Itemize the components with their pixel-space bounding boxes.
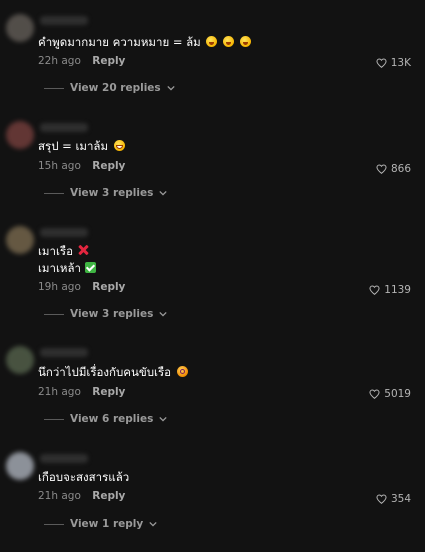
view-replies-button[interactable]: View 20 replies bbox=[44, 82, 175, 94]
divider bbox=[44, 313, 64, 315]
chevron-down-icon bbox=[159, 311, 168, 317]
avatar[interactable] bbox=[6, 226, 34, 254]
comment-text: คำพูดมากมาย ความหมาย = ล้ม bbox=[38, 34, 251, 51]
divider bbox=[44, 87, 64, 89]
comment-time: 15h ago bbox=[38, 160, 81, 172]
view-replies-button[interactable]: View 1 reply bbox=[44, 518, 157, 530]
like-button[interactable]: 354 bbox=[376, 493, 411, 505]
comment-time: 21h ago bbox=[38, 386, 81, 398]
like-count: 354 bbox=[390, 493, 411, 505]
rolling-on-floor-laughing-emoji-icon bbox=[239, 36, 251, 47]
username-blurred[interactable] bbox=[40, 348, 88, 357]
comment-meta: 21h ago Reply bbox=[38, 490, 125, 502]
reply-button[interactable]: Reply bbox=[92, 490, 125, 502]
comment-meta: 19h ago Reply bbox=[38, 281, 125, 293]
divider bbox=[44, 192, 64, 194]
reply-button[interactable]: Reply bbox=[92, 55, 125, 67]
heart-outline-icon bbox=[369, 285, 380, 295]
reply-button[interactable]: Reply bbox=[92, 281, 125, 293]
comment-text: เมาเหล้า bbox=[38, 260, 96, 277]
like-count: 5019 bbox=[384, 388, 411, 400]
view-replies-label: View 6 replies bbox=[70, 413, 154, 425]
comment-text-line-1: เมาเรือ bbox=[38, 244, 73, 258]
like-count: 1139 bbox=[384, 284, 411, 296]
chevron-down-icon bbox=[159, 190, 168, 196]
comment-text-line-2: เมาเหล้า bbox=[38, 261, 81, 275]
like-button[interactable]: 13K bbox=[376, 57, 411, 69]
avatar[interactable] bbox=[6, 14, 34, 42]
comment-time: 19h ago bbox=[38, 281, 81, 293]
face-with-spiral-eyes-emoji-icon bbox=[176, 366, 188, 377]
comment-text-content: นึกว่าไปมีเรื่องกับคนขับเรือ bbox=[38, 365, 172, 379]
view-replies-button[interactable]: View 6 replies bbox=[44, 413, 168, 425]
reply-button[interactable]: Reply bbox=[92, 386, 125, 398]
comment-text: เกือบจะสงสารแล้ว bbox=[38, 469, 129, 486]
reply-button[interactable]: Reply bbox=[92, 160, 125, 172]
comment-text-content: สรุป = เมาล้ม bbox=[38, 139, 109, 153]
comment-text: นึกว่าไปมีเรื่องกับคนขับเรือ bbox=[38, 364, 188, 381]
comment-meta: 22h ago Reply bbox=[38, 55, 125, 67]
comment-text-content: คำพูดมากมาย ความหมาย = ล้ม bbox=[38, 35, 201, 49]
grinning-squinting-face-emoji-icon bbox=[113, 140, 125, 151]
comment-text-content: เกือบจะสงสารแล้ว bbox=[38, 470, 130, 484]
check-mark-button-emoji-icon bbox=[85, 262, 96, 273]
username-blurred[interactable] bbox=[40, 454, 88, 463]
cross-mark-emoji-icon bbox=[77, 244, 89, 256]
chevron-down-icon bbox=[159, 416, 168, 422]
comment-meta: 21h ago Reply bbox=[38, 386, 125, 398]
avatar[interactable] bbox=[6, 452, 34, 480]
comment-time: 21h ago bbox=[38, 490, 81, 502]
chevron-down-icon bbox=[149, 521, 157, 527]
comment-meta: 15h ago Reply bbox=[38, 160, 125, 172]
view-replies-label: View 1 reply bbox=[70, 518, 144, 530]
divider bbox=[44, 418, 64, 420]
like-button[interactable]: 5019 bbox=[369, 388, 411, 400]
like-button[interactable]: 866 bbox=[376, 163, 411, 175]
view-replies-label: View 3 replies bbox=[70, 308, 154, 320]
like-count: 866 bbox=[390, 163, 411, 175]
heart-outline-icon bbox=[376, 164, 387, 174]
view-replies-label: View 20 replies bbox=[70, 82, 161, 94]
like-button[interactable]: 1139 bbox=[369, 284, 411, 296]
like-count: 13K bbox=[390, 57, 411, 69]
heart-outline-icon bbox=[376, 58, 387, 68]
view-replies-label: View 3 replies bbox=[70, 187, 154, 199]
rolling-on-floor-laughing-emoji-icon bbox=[223, 36, 235, 47]
chevron-down-icon bbox=[167, 85, 175, 91]
username-blurred[interactable] bbox=[40, 16, 88, 25]
avatar[interactable] bbox=[6, 121, 34, 149]
heart-outline-icon bbox=[376, 494, 387, 504]
username-blurred[interactable] bbox=[40, 228, 88, 237]
username-blurred[interactable] bbox=[40, 123, 88, 132]
comment-text: สรุป = เมาล้ม bbox=[38, 138, 125, 155]
rolling-on-floor-laughing-emoji-icon bbox=[206, 36, 218, 47]
avatar[interactable] bbox=[6, 346, 34, 374]
divider bbox=[44, 523, 64, 525]
view-replies-button[interactable]: View 3 replies bbox=[44, 187, 168, 199]
heart-outline-icon bbox=[369, 389, 380, 399]
view-replies-button[interactable]: View 3 replies bbox=[44, 308, 168, 320]
comment-text: เมาเรือ bbox=[38, 243, 89, 260]
comment-time: 22h ago bbox=[38, 55, 81, 67]
